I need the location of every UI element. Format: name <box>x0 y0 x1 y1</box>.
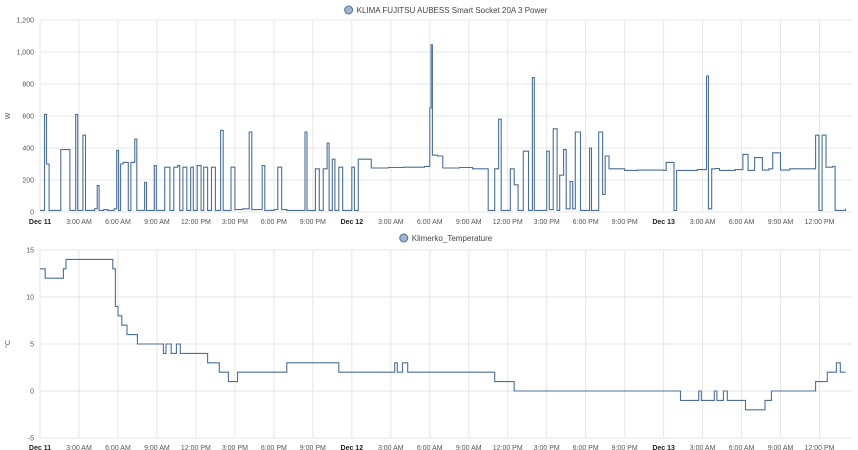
chart-panel: 0 200 400 600 800 1,000 1,200 Dec 11 3:00 AM 6:00… <box>0 0 858 450</box>
x-tick-label: 3:00 PM <box>222 219 248 226</box>
x-tick-label: Dec 13 <box>652 445 675 450</box>
x-tick-label: 12:00 PM <box>181 219 211 226</box>
x-tick-label: 3:00 AM <box>66 445 92 450</box>
x-tick-label: 9:00 PM <box>300 219 326 226</box>
x-tick-label: 9:00 AM <box>768 445 794 450</box>
series-line <box>40 258 846 411</box>
y-tick-label: 200 <box>22 178 34 185</box>
y-tick-label: 0 <box>30 389 34 396</box>
x-tick-label: 3:00 PM <box>534 445 560 450</box>
x-tick-label: 6:00 PM <box>261 445 287 450</box>
y-axis-label: W <box>5 112 12 119</box>
x-tick-label: 3:00 PM <box>534 219 560 226</box>
x-tick-label: 12:00 PM <box>805 445 835 450</box>
series-line <box>40 44 847 211</box>
x-tick-label: 9:00 AM <box>768 219 794 226</box>
x-tick-label: 9:00 AM <box>144 219 170 226</box>
x-tick-label: 6:00 AM <box>729 219 755 226</box>
x-tick-label: 9:00 PM <box>612 219 638 226</box>
x-tick-label: 6:00 AM <box>417 219 443 226</box>
y-tick-label: 15 <box>26 248 34 255</box>
y-tick-label: 0 <box>30 210 34 217</box>
legend[interactable]: KLIMA FUJITSU AUBESS Smart Socket 20A 3 … <box>344 5 548 15</box>
y-tick-label: 800 <box>22 82 34 89</box>
legend-label: KLIMA FUJITSU AUBESS Smart Socket 20A 3 … <box>357 6 548 15</box>
x-tick-label: 9:00 AM <box>144 445 170 450</box>
x-tick-label: Dec 11 <box>29 219 51 226</box>
x-tick-label: 6:00 PM <box>573 219 599 226</box>
x-tick-label: 6:00 AM <box>105 445 131 450</box>
legend[interactable]: Klimerko_Temperature <box>399 233 493 243</box>
x-tick-label: 3:00 PM <box>222 445 248 450</box>
x-tick-label: Dec 13 <box>652 219 675 226</box>
x-tick-label: 3:00 AM <box>690 445 716 450</box>
chart-2: -5 0 5 10 15 Dec 11 3:00 AM 6:00 AM 9:00 AM 12:00… <box>4 233 852 450</box>
gridlines <box>39 19 852 213</box>
x-tick-label: 3:00 AM <box>378 219 404 226</box>
x-tick-label: 6:00 PM <box>573 445 599 450</box>
x-tick-label: 9:00 AM <box>456 445 482 450</box>
x-tick-label: 6:00 AM <box>729 445 755 450</box>
x-tick-label: 12:00 PM <box>805 219 835 226</box>
y-tick-label: 5 <box>30 342 34 349</box>
x-tick-label: 3:00 AM <box>378 445 404 450</box>
x-tick-label: 6:00 AM <box>417 445 443 450</box>
y-tick-label: -5 <box>28 436 34 443</box>
charts-svg: 0 200 400 600 800 1,000 1,200 Dec 11 3:00 AM 6:00… <box>4 5 852 450</box>
legend-label: Klimerko_Temperature <box>412 234 493 243</box>
y-axis-label: °C <box>4 340 12 348</box>
x-tick-label: 9:00 AM <box>456 219 482 226</box>
y-tick-label: 10 <box>26 295 34 302</box>
x-tick-label: 12:00 PM <box>493 445 523 450</box>
x-tick-label: Dec 12 <box>341 219 364 226</box>
y-tick-label: 1,200 <box>16 18 34 25</box>
y-tick-label: 1,000 <box>16 50 34 57</box>
x-tick-label: 12:00 PM <box>493 219 523 226</box>
chart-1: 0 200 400 600 800 1,000 1,200 Dec 11 3:00 AM 6:00… <box>5 5 852 226</box>
x-tick-label: 3:00 AM <box>66 219 92 226</box>
x-tick-label: 6:00 AM <box>105 219 131 226</box>
x-tick-label: 9:00 PM <box>612 445 638 450</box>
legend-swatch-icon <box>344 5 354 15</box>
x-tick-label: 9:00 PM <box>300 445 326 450</box>
y-tick-label: 600 <box>22 114 34 121</box>
x-tick-label: 6:00 PM <box>261 219 287 226</box>
x-tick-label: 3:00 AM <box>690 219 716 226</box>
x-tick-label: Dec 11 <box>29 445 51 450</box>
y-tick-label: 400 <box>22 146 34 153</box>
x-tick-label: 12:00 PM <box>181 445 211 450</box>
legend-swatch-icon <box>399 233 409 243</box>
x-tick-label: Dec 12 <box>341 445 364 450</box>
